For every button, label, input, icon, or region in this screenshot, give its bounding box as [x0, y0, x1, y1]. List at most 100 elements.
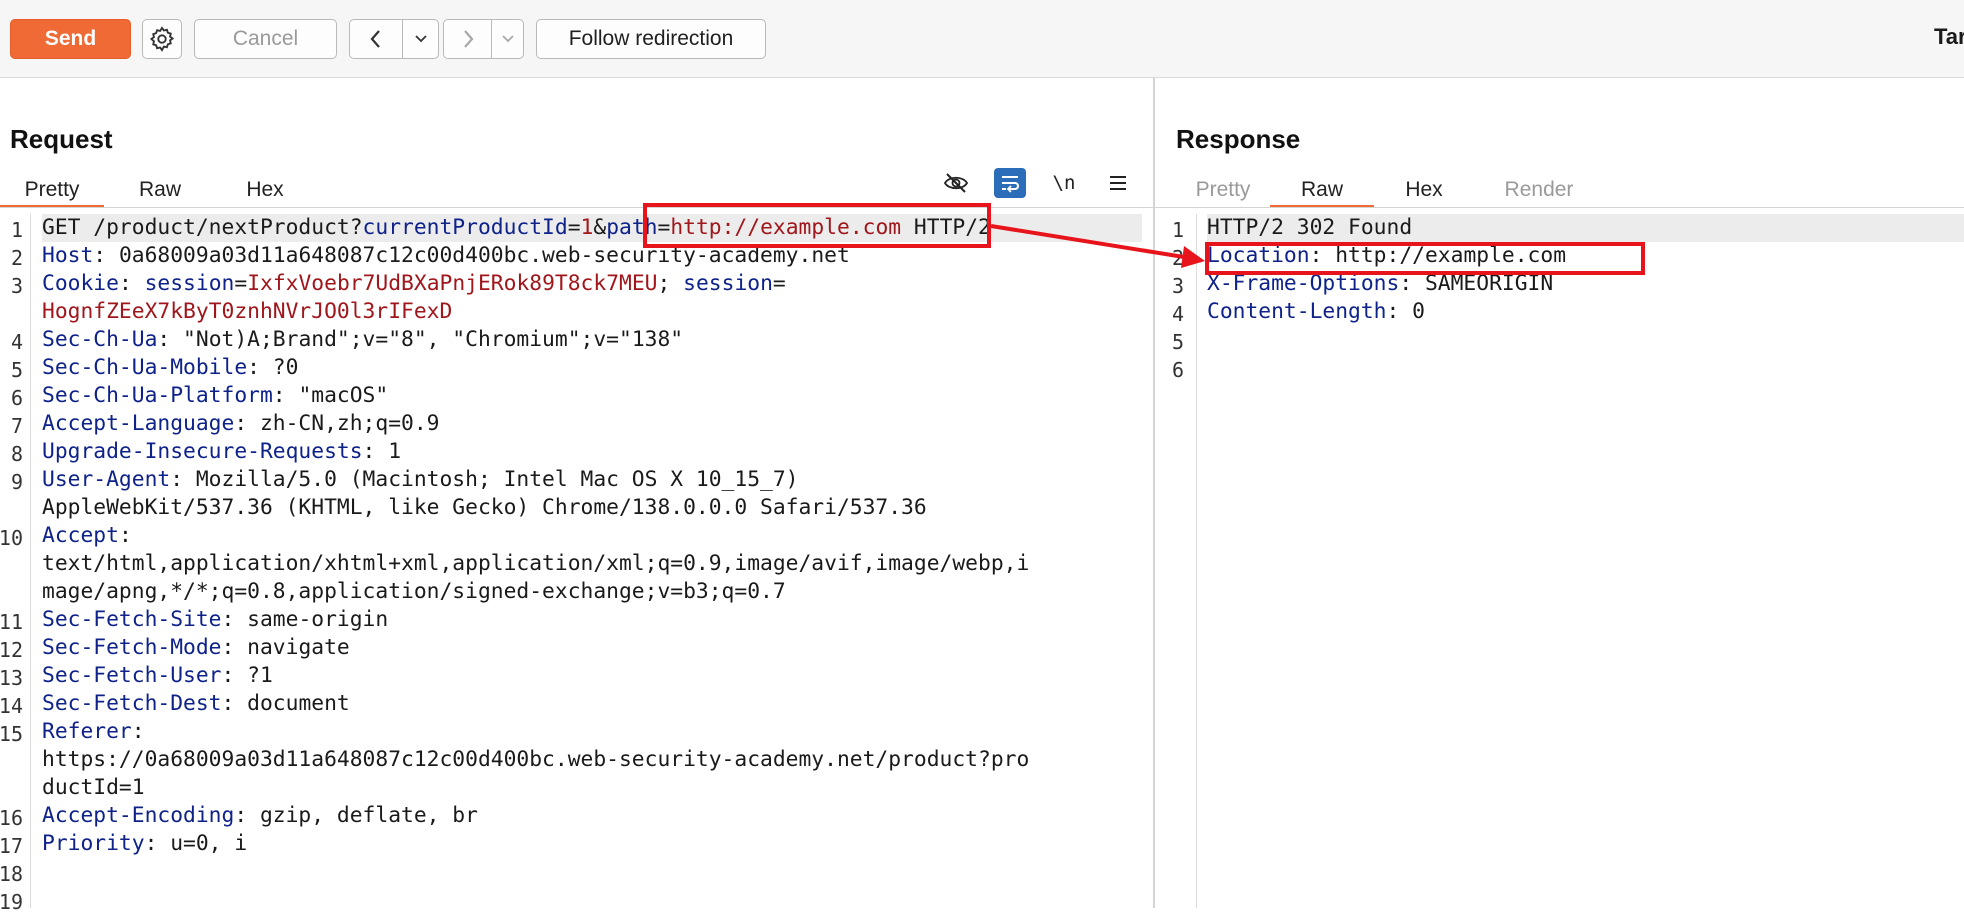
tab-request-pretty[interactable]: Pretty [0, 170, 104, 208]
code-line[interactable]: HognfZEeX7kByT0znhNVrJO0l3rIFexD [42, 298, 1142, 326]
code-key-token: User-Agent [42, 467, 171, 492]
code-line[interactable]: Referer: [42, 718, 1142, 746]
response-line-gutter: 1 2 3 4 5 6 [1155, 214, 1197, 908]
show-newlines-button[interactable]: \n [1048, 168, 1080, 198]
code-text-token: HTTP/2 302 Found [1207, 215, 1413, 240]
code-value-token: 1 [580, 215, 594, 240]
tab-request-hex[interactable]: Hex [216, 170, 314, 208]
code-line[interactable]: Cookie: session=IxfxVoebr7UdBXaPnjERok89… [42, 270, 1142, 298]
line-number: 19 [0, 890, 23, 914]
send-button[interactable]: Send [10, 19, 131, 59]
line-number: 15 [0, 722, 23, 746]
code-text-token: GET /product/nextProduct? [42, 215, 363, 240]
back-button[interactable] [350, 20, 402, 58]
line-number: 2 [1171, 246, 1184, 270]
code-line[interactable]: ductId=1 [42, 774, 1142, 802]
line-number: 16 [0, 806, 23, 830]
code-line[interactable]: AppleWebKit/537.36 (KHTML, like Gecko) C… [42, 494, 1142, 522]
code-line[interactable] [1207, 354, 1964, 382]
code-text-token: https://0a68009a03d11a648087c12c00d400bc… [42, 747, 1030, 772]
code-key-token: Accept-Encoding [42, 803, 235, 828]
code-key-token: Sec-Fetch-Dest [42, 691, 222, 716]
line-number: 10 [0, 526, 23, 550]
code-line[interactable]: Content-Length: 0 [1207, 298, 1964, 326]
code-line[interactable]: User-Agent: Mozilla/5.0 (Macintosh; Inte… [42, 466, 1142, 494]
code-key-token: Accept-Language [42, 411, 235, 436]
wrap-lines-button[interactable] [994, 168, 1026, 198]
hide-nonprintable-button[interactable] [940, 168, 972, 198]
code-text-token: : Mozilla/5.0 (Macintosh; Intel Mac OS X… [170, 467, 799, 492]
code-text-token: : 0 [1386, 299, 1425, 324]
code-line[interactable]: text/html,application/xhtml+xml,applicat… [42, 550, 1142, 578]
code-line[interactable]: Sec-Fetch-User: ?1 [42, 662, 1142, 690]
code-text-token: = [567, 215, 581, 240]
line-number: 14 [0, 694, 23, 718]
code-key-token: Sec-Fetch-User [42, 663, 222, 688]
target-label[interactable]: Tar [1934, 24, 1964, 50]
code-line[interactable] [1207, 326, 1964, 354]
code-value-token: HognfZEeX7kByT0znhNVrJO0l3rIFexD [42, 299, 453, 324]
line-number: 7 [10, 414, 23, 438]
code-line[interactable]: Accept-Language: zh-CN,zh;q=0.9 [42, 410, 1142, 438]
request-line-gutter: 1 2 3 4 5 6 7 8 9 10 11 12 13 14 15 16 17 18 19 [0, 214, 31, 914]
eye-slash-icon [943, 173, 969, 193]
line-number: 2 [10, 246, 23, 270]
forward-button[interactable] [444, 20, 491, 58]
cancel-button[interactable]: Cancel [194, 19, 337, 59]
response-tabs: Pretty Raw Hex Render [1176, 170, 1604, 208]
back-navigation-group [349, 19, 439, 59]
code-line[interactable]: Upgrade-Insecure-Requests: 1 [42, 438, 1142, 466]
code-line[interactable]: https://0a68009a03d11a648087c12c00d400bc… [42, 746, 1142, 774]
code-key-token: Upgrade-Insecure-Requests [42, 439, 363, 464]
back-history-dropdown[interactable] [402, 20, 438, 58]
code-line[interactable]: HTTP/2 302 Found [1207, 214, 1964, 242]
request-editor[interactable]: GET /product/nextProduct?currentProductI… [42, 214, 1142, 908]
code-line[interactable] [42, 858, 1142, 886]
code-text-token: : ?1 [221, 663, 273, 688]
line-number: 11 [0, 610, 23, 634]
chevron-down-icon [501, 35, 514, 43]
code-text-token: : ?0 [247, 355, 299, 380]
editor-menu-button[interactable] [1102, 168, 1134, 198]
code-line[interactable]: Sec-Fetch-Dest: document [42, 690, 1142, 718]
code-value-token: IxfxVoebr7UdBXaPnjERok89T8ck7MEU [247, 271, 658, 296]
code-line[interactable]: Sec-Fetch-Mode: navigate [42, 634, 1142, 662]
code-text-token: text/html,application/xhtml+xml,applicat… [42, 551, 1030, 576]
line-number: 1 [1171, 218, 1184, 242]
code-text-token: : [131, 719, 145, 744]
code-line[interactable]: mage/apng,*/*;q=0.8,application/signed-e… [42, 578, 1142, 606]
code-line[interactable]: Accept-Encoding: gzip, deflate, br [42, 802, 1142, 830]
line-number: 12 [0, 638, 23, 662]
response-panel-title: Response [1176, 124, 1301, 154]
line-number: 6 [10, 386, 23, 410]
tab-response-pretty[interactable]: Pretty [1176, 170, 1270, 208]
tab-response-hex[interactable]: Hex [1374, 170, 1474, 208]
code-text-token: & [593, 215, 607, 240]
code-key-token: Referer [42, 719, 132, 744]
tab-request-raw[interactable]: Raw [104, 170, 216, 208]
code-line[interactable]: Accept: [42, 522, 1142, 550]
code-text-token: : navigate [221, 635, 350, 660]
forward-history-dropdown[interactable] [491, 20, 523, 58]
follow-redirection-button[interactable]: Follow redirection [536, 19, 766, 59]
code-key-token: currentProductId [362, 215, 568, 240]
code-key-token: Sec-Fetch-Site [42, 607, 222, 632]
code-line[interactable]: Priority: u=0, i [42, 830, 1142, 858]
code-key-token: Sec-Ch-Ua [42, 327, 158, 352]
line-number: 9 [10, 470, 23, 494]
code-line[interactable]: Sec-Ch-Ua-Mobile: ?0 [42, 354, 1142, 382]
code-line[interactable]: Sec-Fetch-Site: same-origin [42, 606, 1142, 634]
response-editor[interactable]: HTTP/2 302 Found Location: http://example… [1207, 214, 1964, 908]
code-text-token: mage/apng,*/*;q=0.8,application/signed-e… [42, 579, 786, 604]
tab-response-raw[interactable]: Raw [1270, 170, 1374, 208]
tab-response-render[interactable]: Render [1474, 170, 1604, 208]
code-line[interactable] [42, 886, 1142, 914]
code-line[interactable]: Sec-Ch-Ua-Platform: "macOS" [42, 382, 1142, 410]
code-text-token: : "macOS" [272, 383, 389, 408]
line-number: 13 [0, 666, 23, 690]
code-text-token: = [772, 271, 786, 296]
code-line[interactable]: Sec-Ch-Ua: "Not)A;Brand";v="8", "Chromiu… [42, 326, 1142, 354]
line-number: 5 [1171, 330, 1184, 354]
settings-button[interactable] [142, 19, 182, 59]
line-number: 18 [0, 862, 23, 886]
